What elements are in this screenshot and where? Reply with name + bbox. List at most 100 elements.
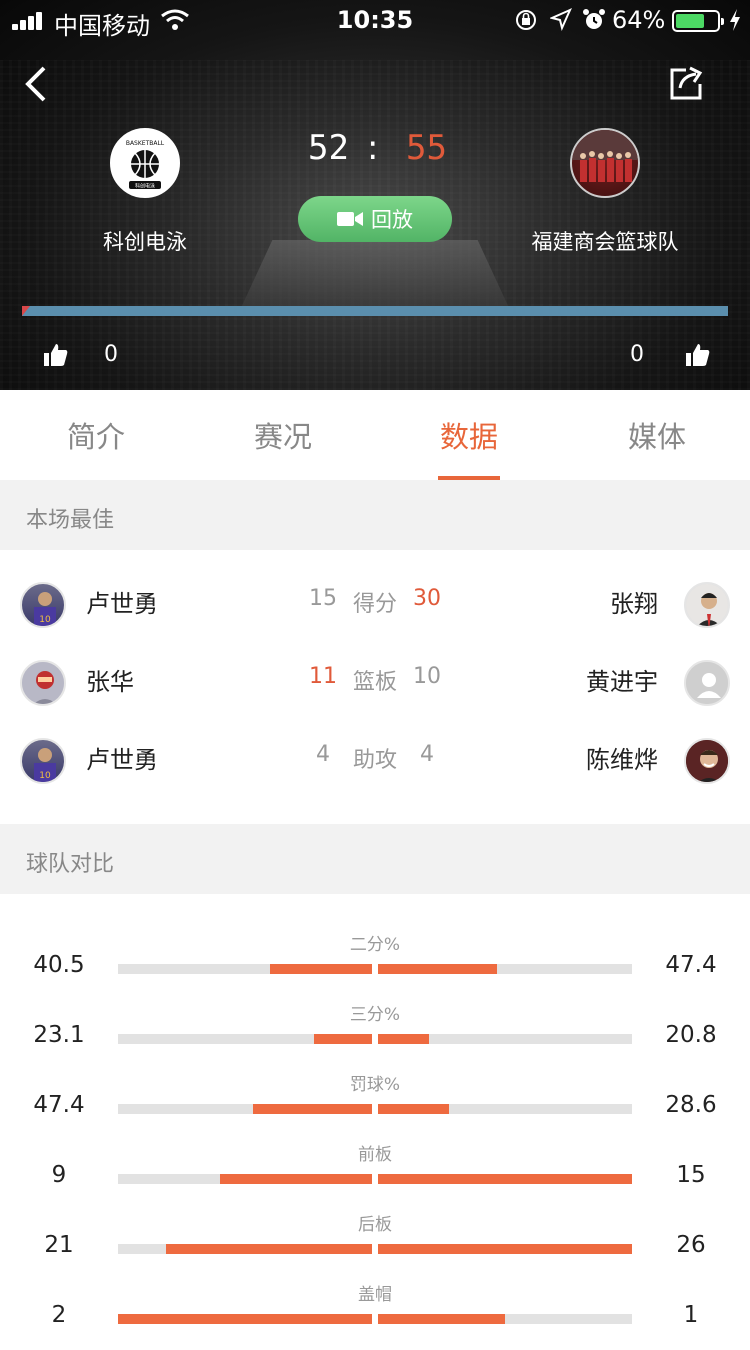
battery-icon <box>672 10 724 32</box>
compare-label: 前板 <box>358 1145 392 1165</box>
tab-intro[interactable]: 简介 <box>36 414 156 456</box>
home-score: 52 <box>308 128 349 168</box>
away-team-logo[interactable] <box>570 128 640 198</box>
best-row-assists: 10 卢世勇 4 助攻 4 陈维烨 <box>0 726 750 804</box>
away-stat-value: 4 <box>420 742 434 767</box>
away-thumbs-up-icon[interactable] <box>684 342 710 368</box>
home-compare-value: 2 <box>51 1302 67 1328</box>
home-player-avatar[interactable]: 10 <box>20 582 66 628</box>
status-bar: 中国移动 10:35 64% <box>0 0 750 40</box>
away-compare-bar <box>378 1034 632 1044</box>
away-compare-bar <box>378 1314 632 1324</box>
away-compare-value: 28.6 <box>665 1092 717 1118</box>
away-team-name: 福建商会篮球队 <box>531 230 679 254</box>
home-like-count: 0 <box>104 342 118 367</box>
home-bar-fill <box>313 1034 372 1044</box>
home-compare-bar <box>118 1244 372 1254</box>
share-icon[interactable] <box>666 64 706 104</box>
away-compare-bar <box>378 1104 632 1114</box>
home-bar-fill <box>118 1314 372 1324</box>
home-team-logo[interactable]: BASKETBALL 科创电泳 <box>110 128 180 198</box>
best-row-points: 10 卢世勇 15 得分 30 张翔 <box>0 570 750 648</box>
compare-label: 二分% <box>349 935 401 955</box>
home-compare-bar <box>118 1174 372 1184</box>
home-bar-fill <box>166 1244 372 1254</box>
away-compare-value: 20.8 <box>665 1022 717 1048</box>
home-bar-fill <box>252 1104 372 1114</box>
compare-row: 盖帽 2 1 <box>0 1280 750 1350</box>
charging-icon <box>730 9 740 31</box>
away-player-name: 陈维烨 <box>586 746 658 774</box>
stat-label: 得分 <box>352 592 397 617</box>
svg-text:10: 10 <box>39 771 51 781</box>
away-bar-fill <box>378 964 498 974</box>
video-camera-icon <box>337 212 363 226</box>
replay-label: 回放 <box>371 208 413 232</box>
compare-label: 盖帽 <box>358 1285 392 1305</box>
score-separator: : <box>367 128 379 168</box>
compare-row: 二分% 40.5 47.4 <box>0 930 750 1000</box>
alarm-icon <box>583 9 605 29</box>
compare-label: 罚球% <box>349 1075 401 1095</box>
away-compare-value: 15 <box>676 1162 706 1188</box>
location-icon <box>550 8 572 32</box>
away-player-name: 张翔 <box>610 590 658 618</box>
home-compare-bar <box>118 964 372 974</box>
home-compare-value: 47.4 <box>33 1092 85 1118</box>
home-logo-sub: 科创电泳 <box>135 183 155 190</box>
away-compare-bar <box>378 1244 632 1254</box>
away-bar-fill <box>378 1174 632 1184</box>
team-compare-header: 球队对比 <box>0 824 750 894</box>
tab-game-status[interactable]: 赛况 <box>223 414 343 456</box>
home-player-avatar[interactable]: 10 <box>20 738 66 784</box>
away-compare-value: 47.4 <box>665 952 717 978</box>
away-player-avatar[interactable] <box>684 738 730 784</box>
home-stat-value: 4 <box>316 742 330 767</box>
home-player-name: 卢世勇 <box>86 746 158 774</box>
tab-bar: 简介 赛况 数据 媒体 <box>0 390 750 480</box>
away-like-count: 0 <box>630 342 644 367</box>
away-bar-fill <box>378 1034 429 1044</box>
tab-data[interactable]: 数据 <box>409 414 529 456</box>
home-logo-text: BASKETBALL <box>126 140 165 147</box>
stat-label: 篮板 <box>352 670 397 695</box>
away-bar-fill <box>378 1244 632 1254</box>
home-team-name: 科创电泳 <box>103 230 187 254</box>
rotation-lock-icon <box>516 10 536 30</box>
away-compare-value: 26 <box>676 1232 706 1258</box>
best-row-rebounds: 张华 11 篮板 10 黄进宇 <box>0 648 750 726</box>
home-compare-value: 9 <box>51 1162 67 1188</box>
away-compare-bar <box>378 964 632 974</box>
default-user-icon <box>686 662 728 704</box>
away-bar-fill <box>378 1104 450 1114</box>
home-compare-value: 40.5 <box>33 952 85 978</box>
home-player-avatar[interactable] <box>20 660 66 706</box>
home-compare-value: 23.1 <box>33 1022 85 1048</box>
best-players-header: 本场最佳 <box>0 480 750 550</box>
compare-row: 三分% 23.1 20.8 <box>0 1000 750 1070</box>
away-stat-value: 10 <box>413 664 441 689</box>
stat-label: 助攻 <box>352 748 397 773</box>
home-compare-bar <box>118 1104 372 1114</box>
home-bar-fill <box>270 964 372 974</box>
home-player-name: 卢世勇 <box>86 590 158 618</box>
home-thumbs-up-icon[interactable] <box>42 342 68 368</box>
home-bar-fill <box>219 1174 372 1184</box>
back-icon[interactable] <box>22 64 50 104</box>
battery-percent: 64% <box>612 6 666 34</box>
away-score: 55 <box>406 128 447 168</box>
away-player-name: 黄进宇 <box>586 668 658 696</box>
replay-button[interactable]: 回放 <box>298 196 452 242</box>
match-header: 中国移动 10:35 64% BASKETBALL 科创电泳 科创电泳 福建商会… <box>0 0 750 390</box>
home-stat-value: 11 <box>309 664 337 689</box>
home-player-name: 张华 <box>86 668 134 696</box>
compare-row: 罚球% 47.4 28.6 <box>0 1070 750 1140</box>
home-compare-value: 21 <box>44 1232 74 1258</box>
court-background <box>240 240 510 310</box>
compare-row: 后板 21 26 <box>0 1210 750 1280</box>
svg-text:10: 10 <box>39 615 51 625</box>
tab-media[interactable]: 媒体 <box>597 414 717 456</box>
away-player-avatar[interactable] <box>684 582 730 628</box>
away-player-avatar[interactable] <box>684 660 730 706</box>
score-ratio-bar <box>22 306 728 316</box>
